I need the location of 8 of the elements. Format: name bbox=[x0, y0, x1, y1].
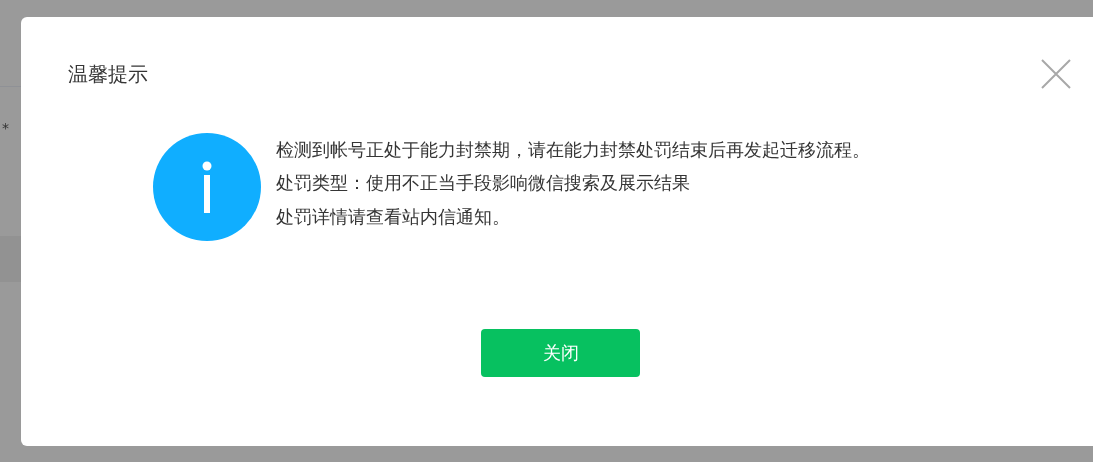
dialog-title: 温馨提示 bbox=[68, 60, 148, 88]
message-text: 检测到帐号正处于能力封禁期，请在能力封禁处罚结束后再发起迁移流程。 bbox=[276, 137, 870, 162]
message-text: 处罚详情请查看站内信通知。 bbox=[276, 204, 511, 229]
message-text: 处罚类型：使用不正当手段影响微信搜索及展示结果 bbox=[276, 171, 691, 196]
required-mark: * bbox=[2, 121, 9, 138]
close-button[interactable]: 关闭 bbox=[481, 329, 640, 377]
info-icon bbox=[153, 133, 261, 241]
close-icon[interactable] bbox=[1041, 59, 1071, 89]
